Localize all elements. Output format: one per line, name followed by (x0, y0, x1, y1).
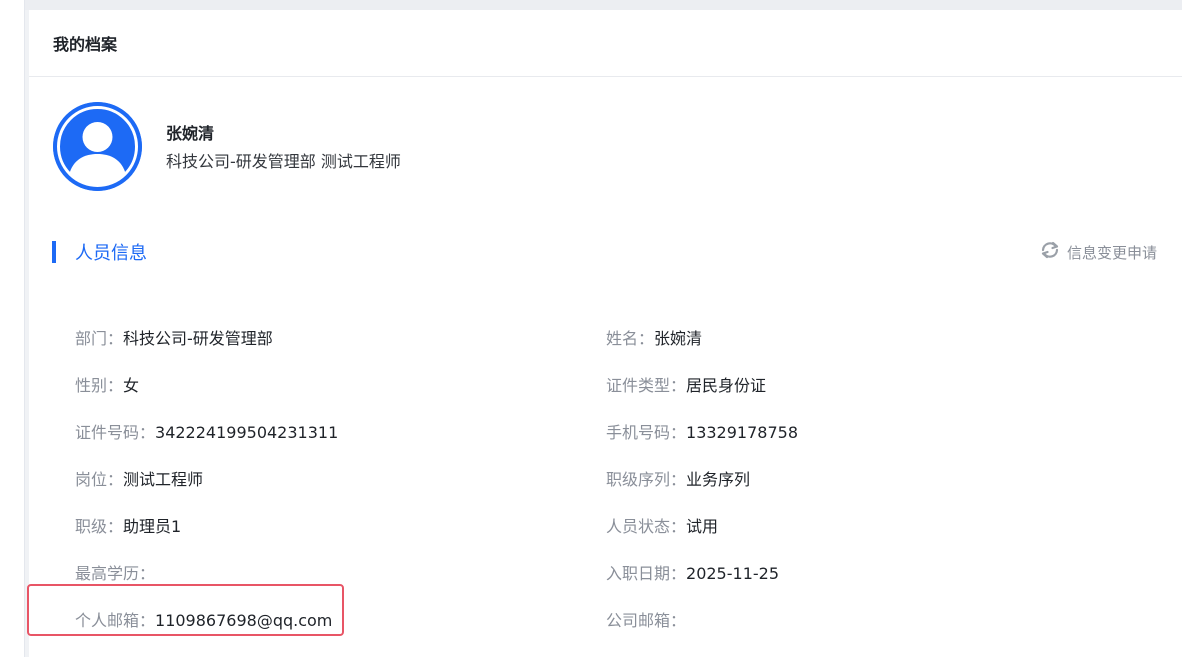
field-id-type: 证件类型：居民身份证 (606, 362, 766, 409)
info-row: 证件号码：342224199504231311 手机号码：13329178758 (75, 409, 1175, 456)
field-label: 人员状态： (606, 517, 687, 536)
info-row: 性别：女 证件类型：居民身份证 (75, 362, 1175, 409)
user-avatar-icon (53, 102, 142, 191)
field-value: 科技公司-研发管理部 (123, 329, 273, 348)
field-phone: 手机号码：13329178758 (606, 409, 798, 456)
field-label: 岗位： (75, 470, 124, 489)
field-label: 最高学历： (75, 564, 156, 583)
change-request-button[interactable]: 信息变更申请 (1039, 241, 1157, 263)
field-value: 助理员1 (123, 517, 182, 536)
field-label: 职级序列： (606, 470, 687, 489)
section-header: 人员信息 信息变更申请 (52, 240, 1157, 264)
change-request-label: 信息变更申请 (1066, 243, 1157, 262)
field-value: 张婉清 (654, 329, 703, 348)
left-sidebar-edge (0, 0, 25, 657)
refresh-icon (1039, 241, 1067, 263)
info-row: 职级：助理员1 人员状态：试用 (75, 503, 1175, 550)
page-title: 我的档案 (53, 35, 118, 54)
field-value: 试用 (686, 517, 719, 536)
field-hire-date: 入职日期：2025-11-25 (606, 550, 779, 597)
field-label: 性别： (75, 376, 124, 395)
card-header: 我的档案 (29, 10, 1182, 77)
field-label: 手机号码： (606, 423, 687, 442)
field-label: 入职日期： (606, 564, 687, 583)
profile-name: 张婉清 (166, 124, 215, 143)
field-value: 业务序列 (686, 470, 751, 489)
field-gender: 性别：女 (75, 362, 139, 409)
field-label: 姓名： (606, 329, 655, 348)
field-rank: 职级：助理员1 (75, 503, 181, 550)
field-value: 居民身份证 (686, 376, 767, 395)
field-status: 人员状态：试用 (606, 503, 718, 550)
section-accent-bar (52, 241, 56, 263)
field-company-email: 公司邮箱： (606, 597, 686, 644)
profile-card: 我的档案 张婉清 科技公司-研发管理部 测试工程师 人员信息 信息变更申请 部门… (29, 10, 1182, 657)
info-row: 岗位：测试工程师 职级序列：业务序列 (75, 456, 1175, 503)
field-label: 证件类型： (606, 376, 687, 395)
field-name: 姓名：张婉清 (606, 315, 702, 362)
field-value: 女 (123, 376, 140, 395)
field-department: 部门：科技公司-研发管理部 (75, 315, 273, 362)
field-value: 测试工程师 (123, 470, 204, 489)
section-title: 人员信息 (75, 243, 147, 264)
field-id-number: 证件号码：342224199504231311 (75, 409, 338, 456)
field-label: 公司邮箱： (606, 611, 687, 630)
highlight-box (27, 584, 344, 636)
field-value: 342224199504231311 (155, 423, 339, 442)
profile-subtitle: 科技公司-研发管理部 测试工程师 (166, 152, 401, 171)
field-value: 13329178758 (686, 423, 798, 442)
field-rank-series: 职级序列：业务序列 (606, 456, 750, 503)
profile-summary: 张婉清 科技公司-研发管理部 测试工程师 (53, 102, 401, 191)
field-label: 证件号码： (75, 423, 156, 442)
field-label: 职级： (75, 517, 124, 536)
field-value: 2025-11-25 (686, 564, 779, 583)
top-strip (0, 0, 1182, 10)
info-row: 部门：科技公司-研发管理部 姓名：张婉清 (75, 315, 1175, 362)
field-label: 部门： (75, 329, 124, 348)
field-position: 岗位：测试工程师 (75, 456, 203, 503)
